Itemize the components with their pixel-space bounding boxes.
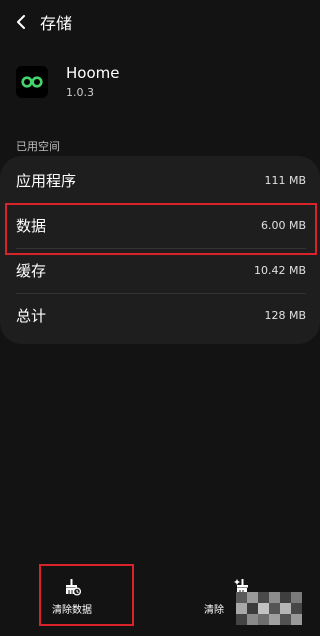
row-label: 总计 (16, 307, 47, 325)
storage-row-total: 总计 128 MB (0, 293, 320, 338)
clear-data-button[interactable]: 清除数据 (27, 568, 117, 628)
clear-cache-label: 清除 (204, 605, 224, 616)
app-name: Hoome (66, 64, 120, 82)
row-label: 应用程序 (16, 172, 77, 190)
storage-row-cache: 缓存 10.42 MB (0, 248, 320, 293)
app-info: Hoome 1.0.3 (16, 64, 119, 99)
section-label: 已用空间 (16, 140, 60, 153)
clear-data-label: 清除数据 (52, 605, 92, 616)
top-bar: 存储 (0, 0, 320, 44)
row-value: 128 MB (264, 309, 306, 322)
row-value: 6.00 MB (260, 219, 306, 232)
page-title: 存储 (40, 14, 73, 33)
app-icon (16, 65, 48, 98)
storage-row-data: 数据 6.00 MB (0, 203, 320, 248)
pixelated-watermark (236, 592, 302, 626)
storage-row-apps: 应用程序 111 MB (0, 158, 320, 203)
broom-clear-data-icon (66, 579, 81, 596)
storage-card: 应用程序 111 MB 数据 6.00 MB 缓存 10.42 MB 总计 12… (0, 156, 320, 344)
row-value: 111 MB (264, 174, 306, 187)
row-value: 10.42 MB (253, 264, 306, 277)
back-arrow-icon (17, 15, 25, 29)
app-version: 1.0.3 (66, 86, 94, 99)
row-label: 数据 (16, 217, 47, 235)
back-button[interactable] (2, 0, 42, 44)
row-label: 缓存 (16, 262, 47, 280)
infinity-logo-icon (21, 75, 43, 88)
